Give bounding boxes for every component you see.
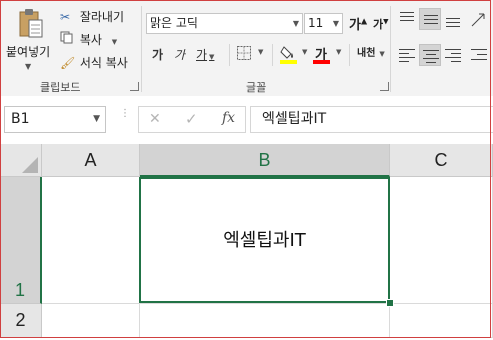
chevron-down-icon: ▼ [25, 62, 32, 71]
chevron-down-icon: ▼ [292, 19, 299, 28]
brush-icon: 🖌 [60, 56, 76, 70]
chevron-down-icon: ▼ [258, 48, 264, 56]
column-header-b[interactable]: B [140, 144, 390, 177]
scissors-icon: ✂ [60, 10, 71, 24]
cell-c2[interactable] [390, 304, 493, 338]
cancel-icon[interactable]: ✕ [149, 111, 161, 127]
align-bottom-button[interactable] [442, 8, 464, 30]
row-header-2[interactable]: 2 [0, 304, 42, 338]
row-header-1[interactable]: 1 [0, 177, 42, 304]
chevron-down-icon: ▼ [379, 50, 385, 58]
group-divider [141, 6, 142, 92]
format-divider [229, 44, 230, 66]
bold-button[interactable]: 가 [152, 46, 163, 63]
font-family-value: 맑은 고딕 [150, 16, 198, 30]
insert-function-icon[interactable]: fx [222, 110, 235, 126]
select-all-button[interactable] [0, 144, 42, 177]
column-header-a[interactable]: A [42, 144, 140, 177]
borders-button[interactable]: ▼ [236, 45, 266, 61]
phonetic-icon: 내천 [357, 48, 376, 59]
copy-button[interactable]: 복사 ▼ [60, 31, 117, 48]
orientation-icon [471, 13, 485, 27]
chevron-down-icon: ▼ [336, 48, 342, 56]
shrink-font-icon: 가 [373, 18, 384, 31]
clipboard-dialog-launcher-icon[interactable] [130, 82, 139, 91]
select-all-triangle-icon [22, 157, 38, 173]
formula-buttons: ✕ ✓ fx [138, 106, 246, 133]
fill-handle[interactable] [386, 299, 394, 307]
grow-font-icon: 가 [349, 18, 361, 33]
italic-icon: 가 [174, 48, 186, 62]
cell-c1[interactable] [390, 177, 493, 304]
cut-label: 잘라내기 [79, 10, 124, 24]
align-top-button[interactable] [396, 8, 418, 30]
font-color-button[interactable]: 가 ▼ [313, 44, 345, 64]
clipboard-group-label: 클립보드 [40, 81, 81, 94]
format-painter-button[interactable]: 🖌 서식 복사 [60, 54, 128, 71]
cell-a2[interactable] [42, 304, 140, 338]
font-family-select[interactable]: 맑은 고딕 ▼ [146, 13, 303, 34]
format-divider [272, 44, 273, 66]
cell-a1[interactable] [42, 177, 140, 304]
align-left-button[interactable] [396, 44, 418, 66]
formula-bar-grip[interactable]: ⋮ [120, 109, 130, 129]
font-color-swatch [313, 60, 330, 64]
copy-label: 복사 [79, 33, 102, 47]
font-dialog-launcher-icon[interactable] [380, 82, 389, 91]
row-number-2: 2 [15, 310, 26, 330]
fill-color-button[interactable]: ▼ [280, 44, 310, 64]
column-header-c[interactable]: C [390, 144, 493, 177]
font-size-select[interactable]: 11 ▼ [304, 13, 343, 34]
italic-button[interactable]: 가 [174, 46, 185, 63]
underline-button[interactable]: 가 ▼ [196, 46, 214, 63]
align-right-button[interactable] [442, 44, 464, 66]
ribbon: 붙여넣기 ▼ ✂ 잘라내기 복사 ▼ 🖌 서식 복사 클립보드 맑은 고딕 ▼ … [0, 0, 493, 97]
enter-icon[interactable]: ✓ [185, 110, 198, 128]
paste-label: 붙여넣기 [6, 45, 51, 59]
chevron-down-icon[interactable]: ▼ [93, 107, 100, 132]
chevron-down-icon: ▼ [302, 48, 308, 56]
grow-font-button[interactable]: 가▲ [349, 14, 367, 33]
format-divider [349, 44, 350, 66]
paste-button[interactable]: 붙여넣기 ▼ [6, 43, 50, 71]
copy-icon [60, 31, 76, 47]
align-center-button[interactable] [419, 44, 441, 66]
font-size-value: 11 [308, 16, 324, 30]
font-group-label: 글꼴 [246, 81, 267, 94]
paint-bucket-icon [280, 46, 297, 64]
chevron-down-icon: ▼ [332, 19, 339, 28]
underline-icon: 가 [196, 48, 208, 62]
orientation-button[interactable] [468, 8, 490, 30]
name-box[interactable]: B1 ▼ [4, 106, 106, 133]
borders-icon [237, 46, 251, 60]
decrease-indent-button[interactable] [468, 44, 490, 66]
shrink-font-button[interactable]: 가▼ [373, 16, 389, 32]
name-box-value: B1 [11, 111, 30, 127]
cut-button[interactable]: ✂ 잘라내기 [60, 8, 124, 25]
cell-b2[interactable] [140, 304, 390, 338]
align-middle-button[interactable] [419, 8, 441, 30]
formula-input[interactable]: 엑셀팁과IT [250, 106, 493, 133]
format-painter-label: 서식 복사 [79, 56, 128, 70]
phonetic-guide-button[interactable]: 내천 ▼ [357, 44, 385, 59]
cell-b1-value: 엑셀팁과IT [223, 230, 306, 251]
chevron-down-icon: ▼ [111, 38, 118, 46]
row-number-1: 1 [14, 280, 25, 300]
paste-icon[interactable] [18, 8, 44, 40]
chevron-down-icon: ▼ [209, 53, 215, 61]
bold-icon: 가 [152, 48, 164, 62]
group-divider [390, 6, 391, 92]
